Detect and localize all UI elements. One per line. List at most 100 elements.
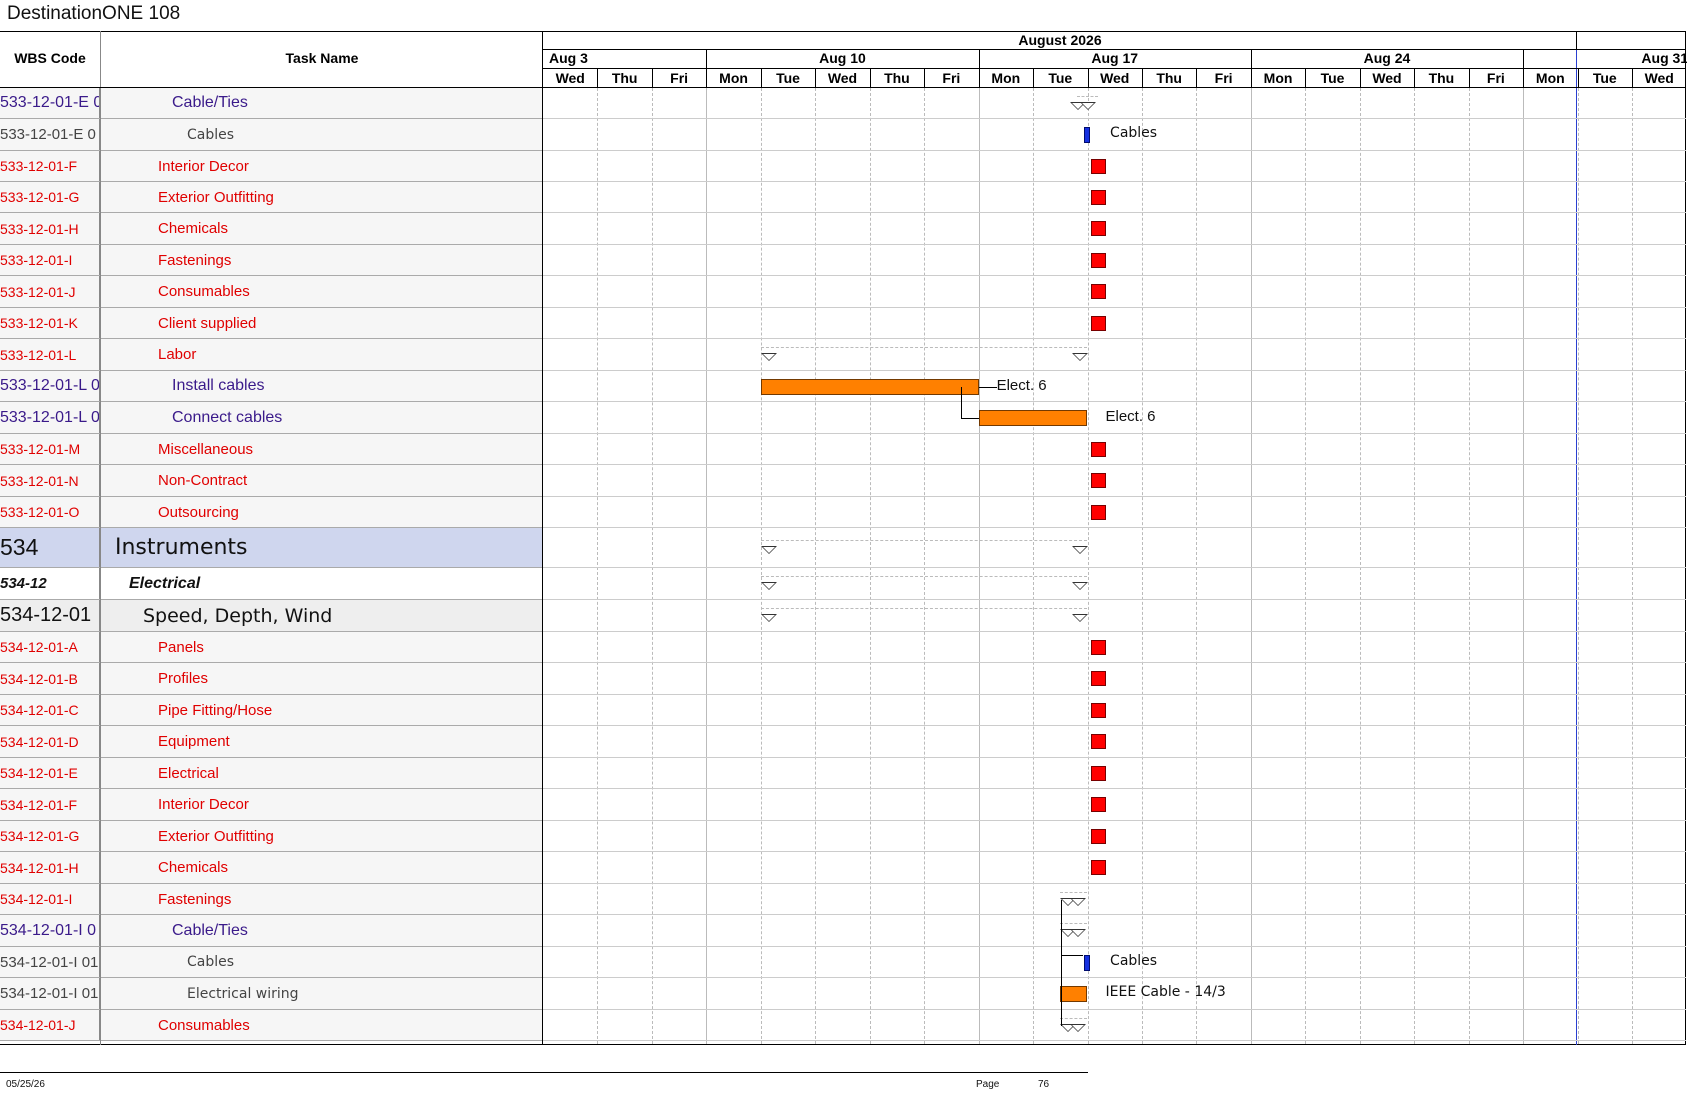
- chart-row-line: [543, 496, 1686, 497]
- day-divider: [979, 69, 980, 87]
- month-end-line: [1576, 31, 1577, 49]
- chart-row-line: [543, 977, 1686, 978]
- table-row[interactable]: 534-12-01-I 0 Cable/Ties: [0, 915, 543, 947]
- milestone-marker[interactable]: [1090, 828, 1106, 844]
- day-gridline: [1578, 88, 1579, 1044]
- task-column-header[interactable]: Task Name: [101, 50, 543, 66]
- blue-milestone[interactable]: [1084, 954, 1091, 971]
- milestone-marker[interactable]: [1090, 221, 1106, 236]
- summary-span: [760, 540, 1088, 542]
- milestone-marker[interactable]: [1090, 639, 1106, 655]
- wbs-code: 534-12: [0, 568, 100, 599]
- task-name: Equipment: [158, 733, 230, 750]
- summary-triangle-fill-icon: [1082, 102, 1095, 109]
- month-header: August 2026: [1018, 32, 1102, 48]
- task-name: Cable/Ties: [172, 921, 248, 939]
- milestone-marker[interactable]: [1090, 473, 1106, 488]
- current-date-line: [1576, 49, 1577, 1045]
- table-row[interactable]: 533-12-01-G Exterior Outfitting: [0, 182, 543, 213]
- day-label: Wed: [555, 70, 585, 86]
- table-row[interactable]: 534-12-01-G Exterior Outfitting: [0, 821, 543, 852]
- milestone-marker[interactable]: [1090, 765, 1106, 781]
- wbs-code: 534-12-01-I 01: [0, 947, 100, 977]
- table-row[interactable]: 534-12-01-I 01 Electrical wiring: [0, 978, 543, 1010]
- day-divider: [652, 69, 653, 87]
- table-row[interactable]: 534-12-01-J Consumables: [0, 1010, 543, 1041]
- table-row[interactable]: 534-12-01-I 01 Cables: [0, 947, 543, 978]
- wbs-code: 534-12-01-F: [0, 789, 100, 820]
- blue-milestone[interactable]: [1084, 127, 1091, 143]
- table-row[interactable]: 534-12-01-A Panels: [0, 632, 543, 663]
- day-label: Tue: [776, 70, 800, 86]
- wbs-divider: [100, 31, 101, 1045]
- summary-triangle-fill-icon: [1071, 898, 1084, 905]
- task-bar[interactable]: [1060, 986, 1088, 1002]
- milestone-marker[interactable]: [1090, 860, 1106, 875]
- summary-triangle-fill-icon: [1073, 354, 1086, 360]
- table-row[interactable]: 533-12-01-L 0 Connect cables: [0, 402, 543, 434]
- table-row[interactable]: 533-12-01-L 0 Install cables: [0, 371, 543, 402]
- table-row[interactable]: 533-12-01-H Chemicals: [0, 213, 543, 245]
- wbs-column-header[interactable]: WBS Code: [0, 50, 100, 66]
- table-row[interactable]: 534-12-01-F Interior Decor: [0, 789, 543, 821]
- table-row[interactable]: 533-12-01-J Consumables: [0, 276, 543, 308]
- day-divider: [597, 69, 598, 87]
- chart-row-line: [543, 401, 1686, 402]
- task-label: Elect. 6: [996, 376, 1047, 394]
- day-label: Mon: [1263, 70, 1293, 86]
- table-row[interactable]: 534-12-01-H Chemicals: [0, 852, 543, 884]
- day-label: Tue: [1048, 70, 1073, 86]
- day-gridline: [1196, 88, 1197, 1044]
- day-divider: [1414, 69, 1415, 87]
- milestone-marker[interactable]: [1090, 252, 1106, 268]
- milestone-marker[interactable]: [1090, 284, 1106, 299]
- milestone-marker[interactable]: [1090, 158, 1106, 174]
- table-row[interactable]: 534-12-01 Speed, Depth, Wind: [0, 600, 543, 632]
- day-gridline: [1033, 88, 1034, 1044]
- milestone-marker[interactable]: [1090, 504, 1106, 520]
- table-row[interactable]: 533-12-01-M Miscellaneous: [0, 434, 543, 465]
- wbs-code: 534-12-01-I: [0, 884, 100, 914]
- wbs-code: 534-12-01-I 0: [0, 915, 100, 946]
- table-row[interactable]: 534-12-01-C Pipe Fitting/Hose: [0, 695, 543, 726]
- summary-triangle-fill-icon: [1073, 615, 1086, 621]
- table-row[interactable]: 533-12-01-O Outsourcing: [0, 497, 543, 528]
- table-row[interactable]: 533-12-01-E 0 Cable/Ties: [0, 88, 543, 119]
- dependency-line: [960, 418, 979, 419]
- milestone-marker[interactable]: [1090, 734, 1106, 749]
- table-row[interactable]: 533-12-01-N Non-Contract: [0, 465, 543, 497]
- milestone-marker[interactable]: [1090, 441, 1106, 457]
- week-label: Aug 31: [1641, 50, 1687, 66]
- day-label: Tue: [1592, 70, 1617, 86]
- day-divider: [870, 69, 871, 87]
- task-bar[interactable]: [978, 410, 1088, 426]
- chart-row-line: [543, 464, 1686, 465]
- table-row[interactable]: 534-12-01-D Equipment: [0, 726, 543, 758]
- table-row[interactable]: 533-12-01-I Fastenings: [0, 245, 543, 276]
- table-row[interactable]: 534-12-01-E Electrical: [0, 758, 543, 789]
- table-row[interactable]: 534-12-01-B Profiles: [0, 663, 543, 695]
- table-row[interactable]: 533-12-01-F Interior Decor: [0, 151, 543, 182]
- table-row[interactable]: 533-12-01-E 0 Cables: [0, 119, 543, 151]
- day-label: Thu: [1156, 70, 1182, 86]
- day-gridline: [1632, 88, 1633, 1044]
- milestone-marker[interactable]: [1090, 671, 1106, 686]
- task-label: Elect. 6: [1105, 408, 1156, 425]
- milestone-marker[interactable]: [1090, 189, 1106, 205]
- table-row[interactable]: 534-12 Electrical: [0, 568, 543, 600]
- task-bar[interactable]: [760, 378, 979, 395]
- milestone-marker[interactable]: [1090, 797, 1106, 812]
- day-label: Mon: [991, 70, 1021, 86]
- milestone-marker[interactable]: [1090, 315, 1106, 331]
- table-row[interactable]: 534 Instruments: [0, 528, 543, 568]
- milestone-marker[interactable]: [1090, 702, 1106, 718]
- wbs-code: 533-12-01-H: [0, 213, 100, 244]
- chart-row-line: [543, 851, 1686, 852]
- day-gridline: [1088, 88, 1089, 1044]
- task-name: Consumables: [158, 1016, 250, 1034]
- table-row[interactable]: 533-12-01-L Labor: [0, 339, 543, 371]
- table-row[interactable]: 534-12-01-I Fastenings: [0, 884, 543, 915]
- wbs-code: 534: [0, 528, 100, 567]
- table-row[interactable]: 533-12-01-K Client supplied: [0, 308, 543, 339]
- task-name: Panels: [158, 638, 204, 656]
